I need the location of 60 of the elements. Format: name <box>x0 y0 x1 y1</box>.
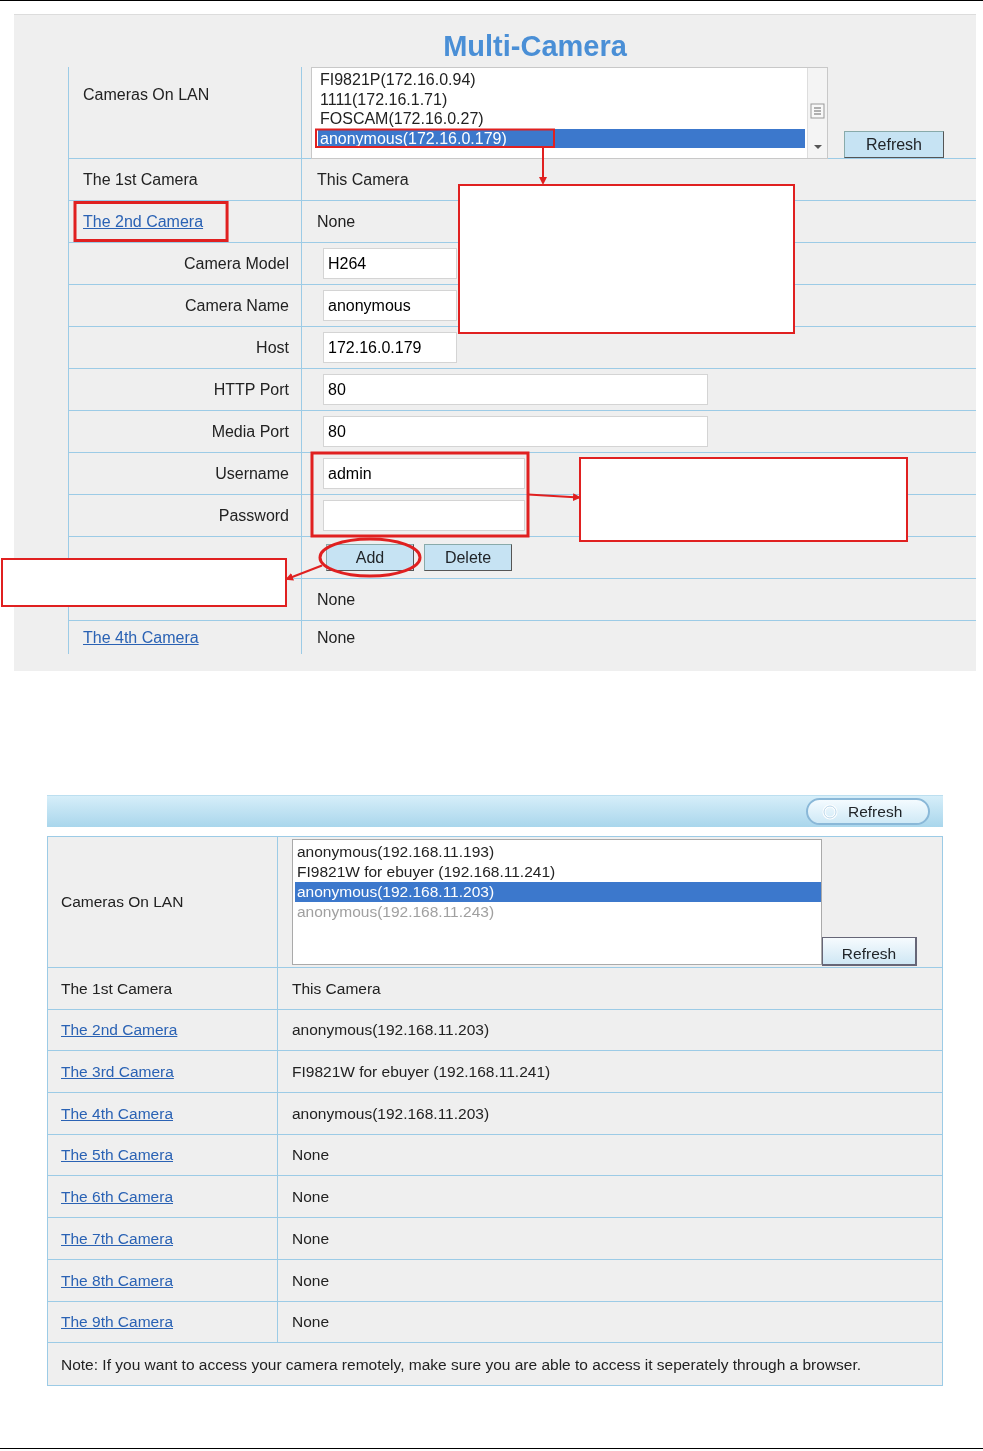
camera-link[interactable]: The 3rd Camera <box>61 1060 174 1084</box>
refresh-button[interactable]: Refresh <box>822 937 917 966</box>
row-value: anonymous(192.168.11.203) <box>292 1103 490 1124</box>
input-field[interactable]: H264 <box>323 248 457 279</box>
row-value: None <box>292 1228 330 1249</box>
row-value: FI9821W for ebuyer (192.168.11.241) <box>292 1062 551 1083</box>
row-value: None <box>317 589 356 610</box>
camera-link[interactable]: The 6th Camera <box>61 1185 173 1209</box>
list-item[interactable]: 1111(172.16.1.71) <box>318 89 805 109</box>
list-item[interactable]: FOSCAM(172.16.0.27) <box>318 109 805 129</box>
row-value: anonymous(192.168.11.203) <box>292 1020 490 1041</box>
input-field[interactable]: 80 <box>323 416 708 447</box>
input-field[interactable]: 172.16.0.179 <box>323 332 457 363</box>
list-item[interactable]: anonymous(192.168.11.203) <box>295 882 821 902</box>
row-value: None <box>292 1145 330 1166</box>
field-label: Host <box>256 337 289 358</box>
arrow <box>527 493 581 502</box>
camera-link[interactable]: The 9th Camera <box>61 1310 173 1334</box>
field-label: Cameras On LAN <box>61 892 184 913</box>
field-label: Camera Name <box>184 295 289 316</box>
camera-link[interactable]: The 5th Camera <box>61 1143 173 1167</box>
input-field[interactable] <box>323 500 525 531</box>
row-value: None <box>292 1312 330 1333</box>
row-label: The 1st Camera <box>61 978 173 999</box>
list-item[interactable]: anonymous(172.16.0.179) <box>318 128 805 148</box>
field-label: Password <box>218 505 289 526</box>
camera-link[interactable]: The 4th Camera <box>61 1101 173 1126</box>
field-label: Media Port <box>211 421 289 442</box>
row-value: None <box>292 1270 330 1291</box>
field-label: Username <box>215 463 289 484</box>
refresh-icon <box>822 803 838 820</box>
camera-link[interactable]: The 4th Camera <box>83 625 199 650</box>
delete-button[interactable]: Delete <box>424 544 512 571</box>
field-label: HTTP Port <box>213 379 289 400</box>
row-value: This Camera <box>317 169 409 190</box>
row-value: None <box>317 211 356 232</box>
arrow <box>285 564 323 581</box>
page-title: Multi-Camera <box>443 29 627 64</box>
list-item[interactable]: FI9821W for ebuyer (192.168.11.241) <box>295 862 821 882</box>
arrow <box>539 147 547 185</box>
field-label: Camera Model <box>184 253 289 274</box>
camera-listbox[interactable]: FI9821P(172.16.0.94) 1111(172.16.1.71) FOSCAM(172.16.0.27) anonymous(172.16.0.179) <box>311 67 828 159</box>
note-text: Note: If you want to access your camera remotely, make sure you are able to access it seperately through a browser. <box>61 1354 862 1375</box>
row-label: The 1st Camera <box>83 169 198 190</box>
field-label: Cameras On LAN <box>83 85 210 105</box>
camera-link[interactable]: The 8th Camera <box>61 1268 173 1292</box>
refresh-button[interactable]: Refresh <box>806 798 930 825</box>
refresh-button[interactable]: Refresh <box>844 131 944 158</box>
input-field[interactable]: admin <box>323 458 525 489</box>
add-button[interactable]: Add <box>326 544 414 571</box>
row-value: None <box>292 1187 330 1208</box>
row-value: None <box>317 627 356 648</box>
camera-link[interactable]: The 2nd Camera <box>61 1018 178 1042</box>
list-item[interactable]: anonymous(192.168.11.193) <box>295 842 821 862</box>
camera-link[interactable]: The 2nd Camera <box>83 209 204 234</box>
camera-link[interactable]: The 7th Camera <box>61 1226 173 1251</box>
row-value: This Camera <box>292 978 381 999</box>
list-item[interactable]: FI9821P(172.16.0.94) <box>318 70 805 90</box>
input-field[interactable]: anonymous <box>323 290 457 321</box>
input-field[interactable]: 80 <box>323 374 708 405</box>
